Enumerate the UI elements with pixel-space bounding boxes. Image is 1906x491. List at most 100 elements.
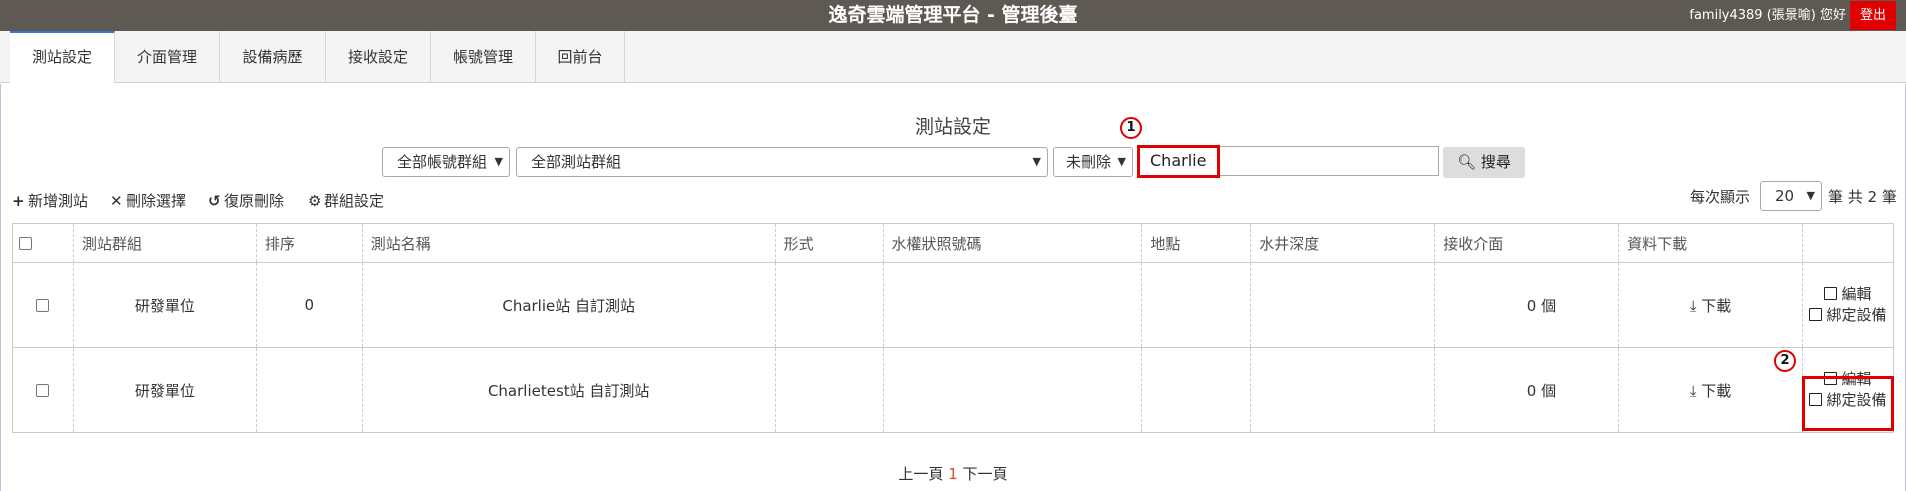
cell-order [255, 347, 363, 433]
bind-device-button[interactable]: 綁定設備 [1803, 305, 1893, 326]
annotation-badge-1: 1 [1120, 117, 1142, 139]
cell-permit [882, 262, 1142, 348]
row-checkbox[interactable] [36, 299, 50, 312]
cell-depth [1250, 347, 1435, 433]
account-group-value: 全部帳號群組 [397, 153, 488, 171]
cell-location [1141, 347, 1251, 433]
add-station-button[interactable]: + 新增測站 [12, 190, 88, 211]
per-page-value: 20 [1775, 187, 1795, 205]
row-select-cell [12, 347, 74, 433]
tab-station-settings[interactable]: 測站設定 [10, 31, 115, 83]
bind-device-label: 綁定設備 [1826, 306, 1887, 324]
tab-device-records[interactable]: 設備病歷 [220, 31, 326, 83]
cell-order: 0 [255, 262, 363, 348]
current-page[interactable]: 1 [948, 465, 958, 483]
refresh-icon: ↺ [208, 192, 221, 210]
cell-depth [1250, 262, 1435, 348]
restore-deleted-label: 復原刪除 [224, 192, 285, 210]
search-button-label: 搜尋 [1480, 153, 1511, 171]
column-header[interactable]: 水井深度 [1250, 223, 1435, 263]
column-header[interactable]: 測站名稱 [361, 223, 776, 263]
column-header[interactable]: 排序 [255, 223, 363, 263]
logout-button[interactable]: 登出 [1850, 1, 1896, 30]
prev-page-link[interactable]: 上一頁 [898, 465, 943, 483]
cell-name: Charlie站 自訂測站 [361, 262, 776, 348]
pagination: 上一頁 1 下一頁 [0, 463, 1906, 484]
download-icon: ⤓ [1689, 296, 1697, 315]
select-all-checkbox[interactable] [19, 237, 32, 250]
tab-account-management[interactable]: 帳號管理 [431, 31, 536, 83]
station-group-value: 全部測站群組 [531, 153, 622, 171]
edit-icon [1809, 308, 1823, 321]
cell-name: Charlietest站 自訂測站 [361, 347, 776, 433]
search-button[interactable]: 🔍︎ 搜尋 [1443, 147, 1525, 178]
delete-selected-label: 刪除選擇 [126, 192, 187, 210]
station-table: 測站群組 排序 測站名稱 形式 水權狀照號碼 地點 水井深度 接收介面 資料下載… [12, 223, 1894, 433]
add-station-label: 新增測站 [28, 192, 89, 210]
chevron-down-icon: ▼ [1032, 155, 1041, 168]
tab-bar: 測站設定 介面管理 設備病歷 接收設定 帳號管理 回前台 [0, 31, 1906, 83]
cell-group: 研發單位 [72, 347, 257, 433]
chevron-down-icon: ▼ [1117, 155, 1126, 168]
row-checkbox[interactable] [36, 384, 50, 397]
group-settings-button[interactable]: ⚙ 群組設定 [308, 190, 384, 211]
column-header[interactable]: 形式 [774, 223, 884, 263]
highlight-box-search [1137, 145, 1220, 178]
column-header[interactable]: 測站群組 [72, 223, 257, 263]
delete-selected-button[interactable]: ✕ 刪除選擇 [110, 190, 186, 211]
select-all-cell [12, 223, 74, 263]
highlight-box-bind-device [1802, 376, 1894, 431]
cell-location [1141, 262, 1251, 348]
row-actions: 編輯 綁定設備 [1802, 262, 1894, 348]
column-header-actions [1802, 223, 1894, 263]
edit-button[interactable]: 編輯 [1803, 284, 1893, 305]
deleted-filter-select[interactable]: 未刪除 ▼ [1053, 147, 1133, 177]
tab-back-to-frontend[interactable]: 回前台 [536, 31, 625, 83]
download-link[interactable]: ⤓ 下載 [1618, 262, 1803, 348]
total-suffix: 筆 [1881, 188, 1897, 206]
cell-type [774, 347, 884, 433]
table-header-row: 測站群組 排序 測站名稱 形式 水權狀照號碼 地點 水井深度 接收介面 資料下載 [12, 223, 1894, 263]
group-settings-label: 群組設定 [324, 192, 385, 210]
chevron-down-icon: ▼ [1806, 189, 1815, 202]
tab-interface-management[interactable]: 介面管理 [115, 31, 220, 83]
page-title: 測站設定 [914, 116, 991, 138]
column-header[interactable]: 地點 [1141, 223, 1251, 263]
column-header[interactable]: 資料下載 [1618, 223, 1803, 263]
restore-deleted-button[interactable]: ↺ 復原刪除 [208, 190, 284, 211]
chevron-down-icon: ▼ [494, 155, 503, 168]
table-row: 研發單位 Charlietest站 自訂測站 0 個 ⤓ 下載 編輯 綁定設備 [12, 347, 1894, 433]
row-select-cell [12, 262, 74, 348]
edit-icon [1824, 287, 1838, 300]
column-header[interactable]: 接收介面 [1434, 223, 1619, 263]
total-count: 筆 共 2 筆 [1828, 186, 1897, 207]
cell-interface-count: 0 個 [1434, 347, 1619, 433]
per-page-label: 每次顯示 [1690, 188, 1751, 206]
total-value: 2 [1867, 188, 1878, 206]
top-bar: 逸奇雲端管理平台 - 管理後臺 family4389 (張景喻) 您好 登出 [0, 0, 1906, 31]
total-prefix: 筆 共 [1828, 188, 1863, 206]
table-row: 研發單位 0 Charlie站 自訂測站 0 個 ⤓ 下載 編輯 綁定設備 [12, 262, 1894, 348]
user-greeting: family4389 (張景喻) 您好 [1689, 8, 1846, 23]
cell-type [774, 262, 884, 348]
download-label: 下載 [1701, 296, 1732, 315]
cell-group: 研發單位 [72, 262, 257, 348]
deleted-filter-value: 未刪除 [1066, 153, 1112, 171]
close-icon: ✕ [110, 192, 123, 210]
gear-icon: ⚙ [308, 192, 322, 210]
download-icon: ⤓ [1689, 381, 1697, 400]
account-group-select[interactable]: 全部帳號群組 ▼ [382, 147, 510, 177]
edit-label: 編輯 [1841, 285, 1872, 303]
plus-icon: + [12, 192, 25, 210]
per-page-select[interactable]: 20 ▼ [1760, 181, 1822, 211]
cell-permit [882, 347, 1142, 433]
app-title: 逸奇雲端管理平台 - 管理後臺 [828, 4, 1078, 26]
search-icon: 🔍︎ [1457, 153, 1477, 171]
tab-receive-settings[interactable]: 接收設定 [326, 31, 431, 83]
next-page-link[interactable]: 下一頁 [963, 465, 1008, 483]
cell-interface-count: 0 個 [1434, 262, 1619, 348]
column-header[interactable]: 水權狀照號碼 [882, 223, 1142, 263]
annotation-badge-2: 2 [1774, 350, 1796, 372]
station-group-select[interactable]: 全部測站群組 ▼ [516, 147, 1048, 177]
download-label: 下載 [1701, 381, 1732, 400]
